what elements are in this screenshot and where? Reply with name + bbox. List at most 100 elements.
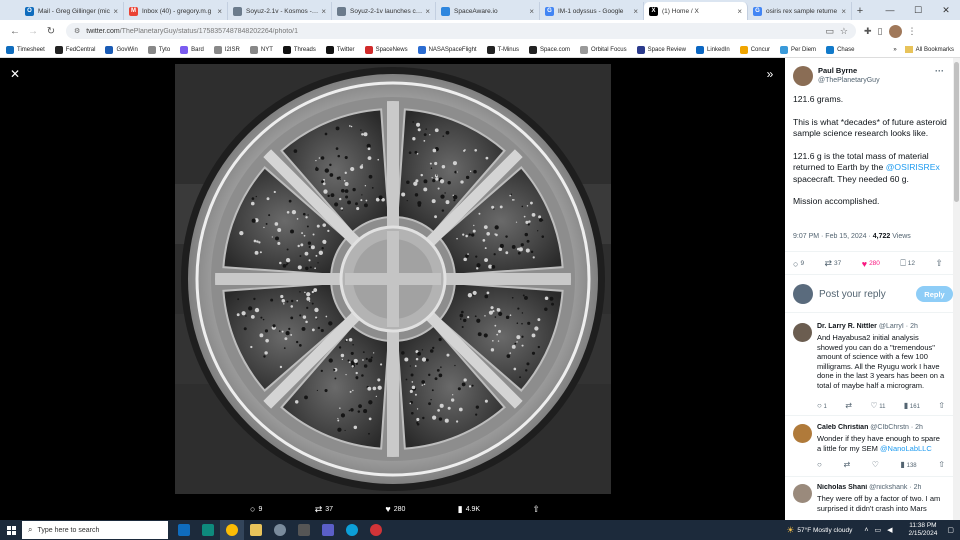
cast-icon[interactable]: ▭ — [825, 26, 834, 37]
browser-tab[interactable]: Gosiris rex sample returne × — [748, 2, 852, 20]
close-tab-icon[interactable]: × — [321, 7, 326, 16]
bookmark-item[interactable]: Orbital Focus — [579, 45, 627, 54]
author-handle[interactable]: @ThePlanetaryGuy — [818, 77, 880, 84]
reply-like-button[interactable]: ♡ — [872, 460, 879, 469]
close-tab-icon[interactable]: × — [529, 7, 534, 16]
all-bookmarks-button[interactable]: All Bookmarks — [904, 46, 954, 53]
like-button[interactable]: ♥ 280 — [862, 258, 880, 269]
reply-item[interactable]: Dr. Larry R. Nittler @LarryI · 2h And Ha… — [793, 323, 951, 415]
taskbar-outlook[interactable] — [172, 520, 196, 540]
reply-reply-button[interactable]: ○ 1 — [817, 401, 827, 410]
bookmark-item[interactable]: SpaceNews — [364, 45, 408, 54]
bookmark-item[interactable]: Bard — [180, 45, 204, 54]
taskbar-teams[interactable] — [316, 520, 340, 540]
taskbar-sway[interactable] — [196, 520, 220, 540]
tweet-timestamp[interactable]: 9:07 PM · Feb 15, 2024 · — [793, 233, 873, 240]
side-panel-icon[interactable]: ▯ — [878, 26, 883, 37]
reply-share-button[interactable]: ⇧ — [938, 401, 945, 410]
share-button[interactable]: ⇧ — [935, 258, 943, 269]
close-media-icon[interactable]: ✕ — [8, 67, 22, 81]
mention-link[interactable]: @OSIRISREx — [886, 162, 940, 172]
more-options-icon[interactable]: ··· — [935, 66, 944, 76]
taskbar-search[interactable]: ⌕ Type here to search — [22, 521, 168, 539]
taskbar-edge[interactable] — [340, 520, 364, 540]
reply-like-button[interactable]: ♡ 11 — [870, 401, 885, 410]
reply-author-name[interactable]: Caleb Christian — [817, 424, 868, 431]
forward-icon[interactable]: → — [24, 26, 42, 37]
author-avatar[interactable] — [793, 66, 813, 86]
close-tab-icon[interactable]: × — [113, 7, 118, 16]
weather-widget[interactable]: ☀ 57°F Mostly cloudy — [786, 525, 852, 536]
collapse-panel-icon[interactable]: » — [763, 67, 777, 81]
tweet-author[interactable]: Paul Byrne @ThePlanetaryGuy — [793, 66, 880, 86]
menu-dots-icon[interactable]: ⋮ — [908, 26, 917, 37]
volume-icon[interactable]: ◀ — [887, 526, 892, 534]
media-reply-button[interactable]: ○ 9 — [250, 504, 262, 514]
taskbar-chrome[interactable] — [220, 520, 244, 540]
taskbar-calculator[interactable] — [292, 520, 316, 540]
site-info-icon[interactable]: ⚙ — [74, 27, 80, 35]
reply-button[interactable]: ○ 9 — [793, 258, 804, 269]
media-like-button[interactable]: ♥ 280 — [385, 504, 405, 514]
reply-retweet-button[interactable]: ⇄ — [845, 401, 852, 410]
author-name[interactable]: Paul Byrne — [818, 66, 880, 75]
bookmark-button[interactable]: ⎕ 12 — [900, 258, 915, 269]
close-tab-icon[interactable]: × — [841, 7, 846, 16]
reply-item[interactable]: Nicholas Shani @nickshank · 2h They were… — [793, 484, 951, 520]
profile-avatar[interactable] — [888, 24, 902, 38]
mention-link[interactable]: @NanoLabLLC — [880, 444, 932, 453]
reply-avatar[interactable] — [793, 323, 812, 342]
bookmark-item[interactable]: Timesheet — [6, 45, 45, 54]
reply-author-name[interactable]: Dr. Larry R. Nittler — [817, 323, 877, 330]
bookmark-item[interactable]: Space Review — [636, 45, 686, 54]
reply-reply-button[interactable]: ○ — [817, 460, 822, 469]
bookmark-item[interactable]: Tyto — [147, 45, 170, 54]
browser-tab[interactable]: O Mail - Greg Gillinger (mic × — [20, 2, 124, 20]
close-tab-icon[interactable]: × — [425, 7, 430, 16]
reply-avatar[interactable] — [793, 424, 812, 443]
close-tab-icon[interactable]: × — [217, 7, 222, 16]
taskbar-explorer[interactable] — [244, 520, 268, 540]
bookmark-item[interactable]: NYT — [249, 45, 273, 54]
browser-tab[interactable]: M Inbox (40) - gregory.m.g × — [124, 2, 228, 20]
bookmark-item[interactable]: Space.com — [528, 45, 570, 54]
reply-handle[interactable]: @nickshank · 2h — [867, 484, 921, 491]
reply-item[interactable]: Caleb Christian @CIbChrstn · 2h Wonder i… — [793, 424, 951, 476]
tray-chevron-icon[interactable]: ˄ — [864, 527, 868, 534]
bookmark-item[interactable]: NASASpaceFlight — [417, 45, 477, 54]
browser-tab[interactable]: SpaceAware.io × — [436, 2, 540, 20]
scrollbar-thumb[interactable] — [954, 62, 959, 202]
start-button[interactable] — [0, 520, 22, 540]
network-icon[interactable]: ▭ — [874, 526, 881, 534]
extensions-icon[interactable]: ✚ — [864, 26, 872, 37]
reply-handle[interactable]: @LarryI · 2h — [877, 323, 918, 330]
maximize-icon[interactable]: ☐ — [904, 0, 932, 20]
url-bar[interactable]: ⚙ twitter.com/ThePlanetaryGuy/status/175… — [66, 23, 856, 39]
taskbar-clock[interactable]: 11:38 PM 2/15/2024 — [908, 522, 937, 538]
reply-author-name[interactable]: Nicholas Shani — [817, 484, 867, 491]
bookmark-item[interactable]: LinkedIn — [696, 45, 730, 54]
sample-tray-photo[interactable] — [175, 64, 611, 494]
browser-tab[interactable]: G IM-1 odyssus - Google × — [540, 2, 644, 20]
retweet-button[interactable]: ⇄ 37 — [825, 258, 842, 269]
bookmark-item[interactable]: GovWin — [105, 45, 138, 54]
chevron-more-icon[interactable]: » — [893, 47, 896, 53]
reply-views-button[interactable]: ▮ 138 — [901, 460, 917, 469]
bookmark-item[interactable]: T-Minus — [486, 45, 519, 54]
reply-submit-button[interactable]: Reply — [916, 286, 953, 302]
bookmark-item[interactable]: Per Diem — [780, 45, 816, 54]
media-retweet-button[interactable]: ⇄ 37 — [315, 504, 333, 515]
close-tab-icon[interactable]: × — [737, 7, 742, 16]
bookmark-item[interactable]: Threads — [282, 45, 316, 54]
browser-tab[interactable]: X (1) Home / X × — [644, 2, 748, 20]
bookmark-item[interactable]: Concur — [739, 45, 770, 54]
reply-avatar[interactable] — [793, 484, 812, 503]
media-share-button[interactable]: ⇧ — [532, 504, 540, 515]
bookmark-item[interactable]: Chase — [826, 45, 854, 54]
reload-icon[interactable]: ↻ — [42, 26, 60, 37]
bookmark-star-icon[interactable]: ☆ — [840, 26, 848, 37]
minimize-icon[interactable]: — — [876, 0, 904, 20]
back-icon[interactable]: ← — [6, 26, 24, 37]
bookmark-item[interactable]: FedCentral — [54, 45, 95, 54]
taskbar-app9[interactable] — [364, 520, 388, 540]
